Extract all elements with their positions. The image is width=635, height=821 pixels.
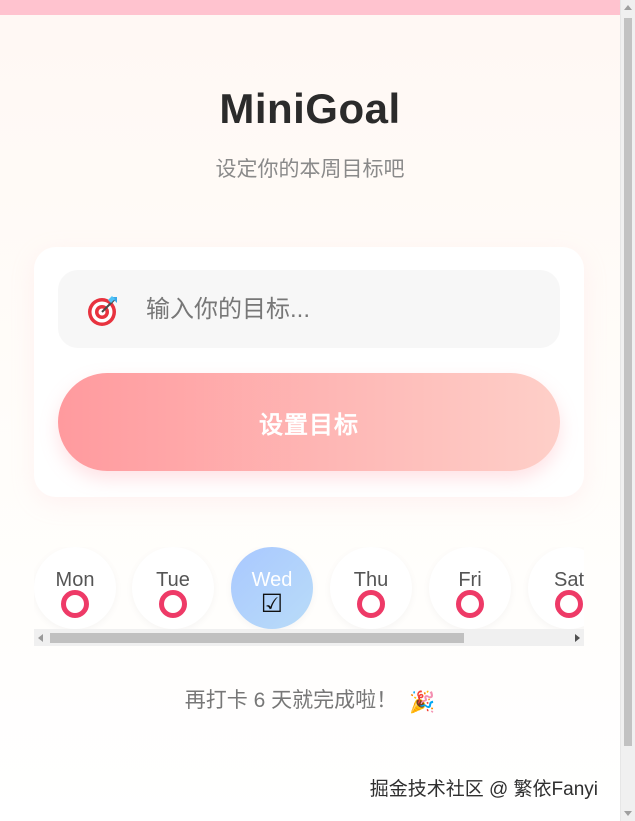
progress-message-row: 再打卡 6 天就完成啦！ 🎉 [0,684,620,715]
checkbox-icon: ☑ [260,590,284,618]
goal-input[interactable] [144,288,548,332]
horizontal-scroll-thumb[interactable] [50,633,464,643]
scroll-up-arrow-icon[interactable] [624,5,632,10]
day-tue[interactable]: Tue [132,547,214,629]
day-fri[interactable]: Fri [429,547,511,629]
vertical-scrollbar[interactable] [620,0,635,821]
day-thu[interactable]: Thu [330,547,412,629]
progress-message: 再打卡 6 天就完成啦！ [184,689,398,712]
page-title: MiniGoal [219,85,401,132]
scroll-down-arrow-icon[interactable] [624,811,632,816]
ring-icon [159,590,187,618]
ring-icon [456,590,484,618]
page: MiniGoal 设定你的本周目标吧 设置目标 Mon [0,15,620,821]
scroll-right-arrow-icon[interactable] [575,634,580,642]
goal-card: 设置目标 [34,247,584,497]
party-popper-icon: 🎉 [409,691,436,714]
horizontal-scrollbar[interactable] [34,629,584,646]
scroll-left-arrow-icon[interactable] [38,634,43,642]
watermark: 掘金技术社区 @ 繁依Fanyi [369,779,598,800]
app-window: MiniGoal 设定你的本周目标吧 设置目标 Mon [0,0,635,821]
vertical-scroll-thumb[interactable] [624,18,632,746]
day-wed[interactable]: Wed ☑ [231,547,313,629]
day-sat[interactable]: Sat [528,547,584,629]
page-subtitle: 设定你的本周目标吧 [215,158,405,181]
day-mon[interactable]: Mon [34,547,116,629]
set-goal-button[interactable]: 设置目标 [58,373,560,471]
top-accent-bar [0,0,620,15]
goal-input-wrapper[interactable] [58,270,560,348]
ring-icon [555,590,583,618]
target-icon [88,296,117,326]
ring-icon [357,590,385,618]
ring-icon [61,590,89,618]
